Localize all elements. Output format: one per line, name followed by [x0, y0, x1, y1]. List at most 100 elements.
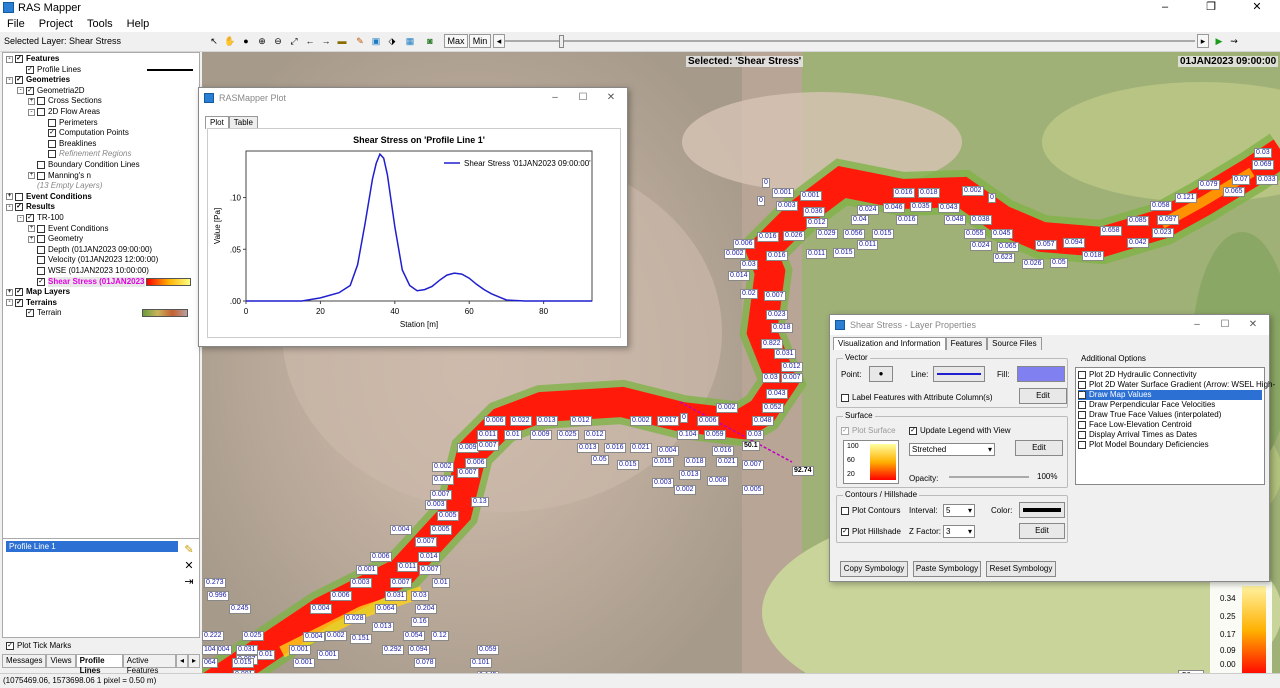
- tree-node[interactable]: Velocity (01JAN2023 12:00:00): [28, 255, 158, 265]
- additional-option[interactable]: Plot 2D Water Surface Gradient (Arrow: W…: [1078, 380, 1275, 390]
- tree-node[interactable]: (13 Empty Layers): [28, 181, 102, 191]
- tab-scroll-left[interactable]: ◂: [175, 654, 188, 668]
- layer-checkbox[interactable]: [37, 245, 45, 254]
- plot-hillshade-checkbox[interactable]: ✓: [841, 527, 849, 536]
- tab-profile-lines[interactable]: Profile Lines: [75, 654, 123, 675]
- layer-checkbox[interactable]: ✓: [26, 86, 34, 95]
- layer-checkbox[interactable]: ✓: [15, 55, 23, 63]
- tree-node[interactable]: - ✓ TR-100: [17, 213, 64, 223]
- back-arrow-icon[interactable]: ←: [304, 35, 316, 47]
- tab-features[interactable]: Features: [945, 337, 988, 350]
- tree-node[interactable]: ✓ Terrain: [17, 308, 188, 318]
- tree-node[interactable]: + Event Conditions: [28, 224, 108, 234]
- plot-close-button[interactable]: ✕: [597, 88, 625, 108]
- minimize-button[interactable]: –: [1142, 0, 1188, 15]
- additional-option[interactable]: Display Arrival Times as Dates: [1078, 430, 1197, 440]
- layer-checkbox[interactable]: [37, 267, 45, 275]
- plot-contours-option[interactable]: Plot Contours: [841, 506, 900, 516]
- max-button[interactable]: Max: [444, 34, 468, 48]
- additional-option[interactable]: Draw Perpendicular Face Velocities: [1078, 400, 1215, 410]
- tab-visualization[interactable]: Visualization and Information: [833, 337, 946, 350]
- tree-node[interactable]: + Manning's n: [28, 171, 91, 181]
- layer-checkbox[interactable]: ✓: [15, 288, 23, 297]
- expand-toggle-icon[interactable]: +: [28, 235, 35, 243]
- plot-surface-option[interactable]: ✓ Plot Surface: [841, 426, 896, 436]
- fill-color-button[interactable]: [1017, 366, 1065, 382]
- tree-node[interactable]: Perimeters: [39, 118, 98, 128]
- database-icon[interactable]: ◙: [424, 35, 436, 47]
- props-close-button[interactable]: ✕: [1239, 315, 1267, 335]
- forward-arrow-icon[interactable]: →: [320, 35, 332, 47]
- menu-project[interactable]: Project: [32, 18, 80, 30]
- layer-checkbox[interactable]: [37, 161, 45, 169]
- expand-toggle-icon[interactable]: -: [6, 55, 13, 63]
- layer-checkbox[interactable]: [48, 150, 56, 159]
- expand-toggle-icon[interactable]: +: [6, 288, 13, 296]
- layer-checkbox[interactable]: [15, 192, 23, 201]
- tree-node[interactable]: - ✓ Features: [6, 54, 59, 64]
- option-checkbox[interactable]: [1078, 420, 1086, 429]
- pointer-icon[interactable]: ↖: [208, 35, 220, 47]
- surface-edit-button[interactable]: Edit: [1015, 440, 1063, 456]
- zoom-in-icon[interactable]: ⊕: [256, 35, 268, 47]
- close-button[interactable]: ✕: [1234, 0, 1280, 15]
- tree-node[interactable]: ✓ Profile Lines: [17, 65, 193, 75]
- tree-node[interactable]: WSE (01JAN2023 10:00:00): [28, 266, 149, 276]
- point-style-button[interactable]: ●: [869, 366, 893, 382]
- tree-node[interactable]: + Event Conditions: [6, 192, 92, 202]
- option-checkbox[interactable]: [1078, 400, 1086, 409]
- layer-checkbox[interactable]: ✓: [37, 277, 45, 286]
- tree-node[interactable]: Boundary Condition Lines: [28, 160, 140, 170]
- props-titlebar[interactable]: Shear Stress - Layer Properties – ☐ ✕: [830, 315, 1269, 335]
- option-checkbox[interactable]: [1078, 370, 1086, 379]
- expand-toggle-icon[interactable]: -: [28, 108, 35, 116]
- tree-node[interactable]: - 2D Flow Areas: [28, 107, 100, 117]
- layer-checkbox[interactable]: ✓: [15, 203, 23, 212]
- table-tool-icon[interactable]: ▦: [404, 35, 416, 47]
- tree-node[interactable]: ✓ Shear Stress (01JAN2023: [28, 276, 191, 287]
- update-legend-option[interactable]: ✓ Update Legend with View: [909, 426, 1011, 436]
- profile-tool-icon[interactable]: ⬗: [386, 35, 398, 47]
- time-slider-track[interactable]: [505, 40, 1195, 42]
- menu-tools[interactable]: Tools: [80, 18, 120, 30]
- option-checkbox[interactable]: [1078, 410, 1086, 419]
- plot-tick-marks-option[interactable]: ✓ Plot Tick Marks: [6, 641, 71, 650]
- measure-icon[interactable]: ▬: [336, 35, 348, 47]
- layer-checkbox[interactable]: [37, 224, 45, 233]
- additional-option[interactable]: ✓ Draw Map Values: [1078, 390, 1262, 400]
- export-icon[interactable]: ⇥: [182, 575, 196, 589]
- additional-option[interactable]: Draw True Face Values (interpolated): [1078, 410, 1221, 420]
- plot-hillshade-option[interactable]: ✓ Plot Hillshade: [841, 527, 901, 537]
- plot-surface-checkbox[interactable]: ✓: [841, 426, 849, 435]
- menu-file[interactable]: File: [0, 18, 32, 30]
- zoom-extent-icon[interactable]: ⤢: [288, 35, 300, 47]
- label-features-checkbox[interactable]: [841, 393, 849, 402]
- layer-checkbox[interactable]: [37, 171, 45, 180]
- expand-toggle-icon[interactable]: -: [6, 203, 13, 211]
- expand-toggle-icon[interactable]: -: [17, 87, 24, 95]
- time-slider-thumb[interactable]: [559, 35, 564, 48]
- tree-node[interactable]: - ✓ Results: [6, 202, 55, 212]
- vector-edit-button[interactable]: Edit: [1019, 388, 1067, 404]
- tab-views[interactable]: Views: [46, 654, 76, 668]
- pan-hand-icon[interactable]: ✋: [224, 35, 236, 47]
- delete-icon[interactable]: ✕: [182, 559, 196, 573]
- menu-help[interactable]: Help: [120, 18, 157, 30]
- stretch-select[interactable]: Stretched: [909, 443, 995, 456]
- layer-checkbox[interactable]: ✓: [26, 214, 34, 222]
- expand-toggle-icon[interactable]: +: [28, 172, 35, 180]
- option-checkbox[interactable]: ✓: [1078, 390, 1086, 399]
- tree-node[interactable]: ✓ Computation Points: [39, 128, 129, 138]
- expand-toggle-icon[interactable]: -: [6, 299, 13, 307]
- expand-toggle-icon[interactable]: +: [28, 225, 35, 233]
- additional-option[interactable]: Plot Model Boundary Deficiencies: [1078, 440, 1209, 450]
- surface-legend[interactable]: 100 60 20: [843, 440, 899, 484]
- maximize-button[interactable]: ❐: [1188, 0, 1234, 15]
- tree-node[interactable]: Breaklines: [39, 139, 96, 149]
- animate-settings-icon[interactable]: ⇝: [1228, 35, 1240, 47]
- option-checkbox[interactable]: [1078, 380, 1086, 389]
- tree-node[interactable]: Depth (01JAN2023 09:00:00): [28, 245, 152, 255]
- tree-node[interactable]: + Geometry: [28, 234, 83, 244]
- zoom-out-icon[interactable]: ⊖: [272, 35, 284, 47]
- expand-toggle-icon[interactable]: +: [6, 193, 13, 201]
